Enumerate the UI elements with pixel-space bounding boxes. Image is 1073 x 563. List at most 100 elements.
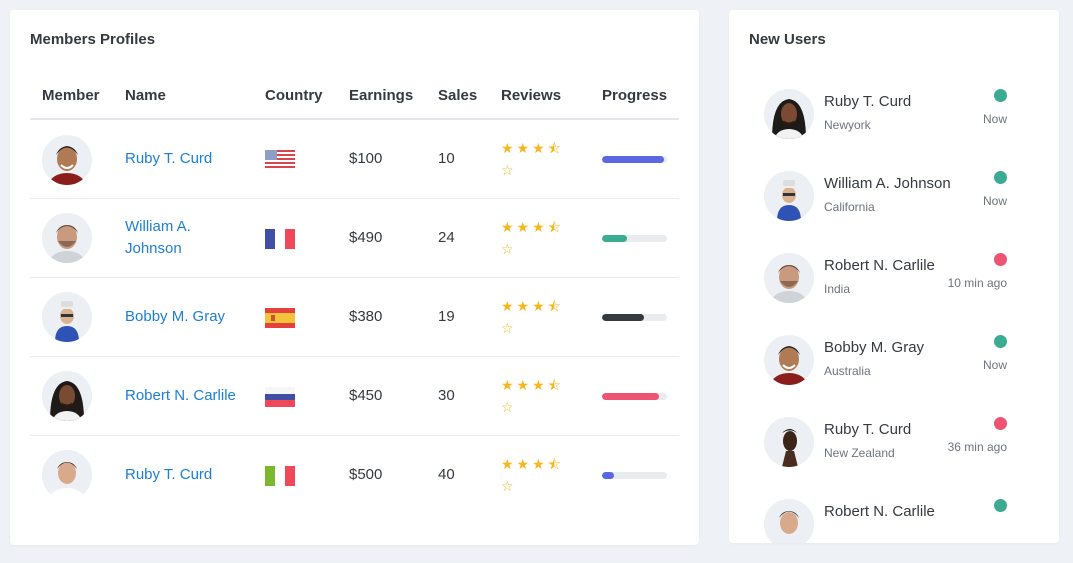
table-row: Ruby T. Curd $100 10 ★★★⯪ ☆: [30, 120, 679, 199]
rating-stars: ★★★⯪ ☆: [501, 219, 564, 257]
empty-star-icon: ☆: [501, 162, 517, 178]
progress-bar: [602, 235, 667, 242]
empty-star-icon: ☆: [501, 478, 517, 494]
status-dot: [994, 335, 1007, 348]
list-item[interactable]: Ruby T. Curd New Zealand 36 min ago: [764, 417, 1009, 469]
rating-stars: ★★★⯪ ☆: [501, 140, 564, 178]
rating-stars: ★★★⯪ ☆: [501, 298, 564, 336]
avatar: [764, 335, 814, 385]
member-name-link[interactable]: Bobby M. Gray: [125, 306, 250, 328]
half-star-icon: ⯪: [547, 298, 564, 314]
member-name-link[interactable]: Ruby T. Curd: [125, 148, 250, 170]
user-name: Ruby T. Curd: [824, 421, 912, 438]
user-name: Ruby T. Curd: [824, 93, 912, 110]
sales-value: 24: [438, 229, 455, 246]
progress-fill: [602, 156, 664, 163]
status-dot: [994, 89, 1007, 102]
progress-fill: [602, 314, 645, 321]
avatar: [764, 417, 814, 467]
sales-value: 30: [438, 387, 455, 404]
sales-value: 40: [438, 466, 455, 483]
half-star-icon: ⯪: [547, 456, 564, 472]
earnings-value: $380: [349, 308, 383, 325]
header-sales: Sales: [438, 87, 478, 104]
empty-star-icon: ☆: [501, 241, 517, 257]
empty-star-icon: ☆: [501, 320, 517, 336]
italy-flag-icon: [265, 466, 295, 486]
member-name-link[interactable]: Ruby T. Curd: [125, 464, 250, 486]
table-header: Member Name Country Earnings Sales Revie…: [30, 68, 679, 120]
earnings-value: $490: [349, 229, 383, 246]
table-row: Robert N. Carlile $450 30 ★★★⯪ ☆: [30, 357, 679, 436]
earnings-value: $450: [349, 387, 383, 404]
table-row: Bobby M. Gray $380 19 ★★★⯪ ☆: [30, 278, 679, 357]
user-name: Bobby M. Gray: [824, 339, 925, 356]
rating-stars: ★★★⯪ ☆: [501, 456, 564, 494]
header-name: Name: [125, 87, 166, 104]
list-item[interactable]: Bobby M. Gray Australia Now: [764, 335, 1009, 387]
header-member: Member: [42, 87, 100, 104]
user-time: Now: [982, 194, 1007, 208]
half-star-icon: ⯪: [547, 140, 564, 156]
user-location: India: [824, 282, 851, 296]
avatar: [42, 450, 92, 500]
empty-star-icon: ☆: [501, 399, 517, 415]
table-row: Ruby T. Curd $500 40 ★★★⯪ ☆: [30, 436, 679, 515]
half-star-icon: ⯪: [547, 219, 564, 235]
avatar: [764, 171, 814, 221]
status-dot: [994, 171, 1007, 184]
avatar: [42, 371, 92, 421]
spain-flag-icon: [265, 308, 295, 328]
list-item[interactable]: Robert N. Carlile India 10 min ago: [764, 253, 1009, 305]
avatar: [764, 499, 814, 543]
user-location: Newyork: [824, 118, 871, 132]
header-reviews: Reviews: [501, 87, 562, 104]
user-location: New Zealand: [824, 446, 895, 460]
user-location: California: [824, 200, 875, 214]
progress-bar: [602, 156, 667, 163]
header-earnings: Earnings: [349, 87, 414, 104]
progress-fill: [602, 472, 614, 479]
user-time: 10 min ago: [947, 276, 1007, 290]
user-location: Australia: [824, 364, 871, 378]
progress-bar: [602, 314, 667, 321]
progress-fill: [602, 235, 627, 242]
member-name-link[interactable]: William A. Johnson: [125, 216, 250, 260]
france-flag-icon: [265, 229, 295, 249]
user-name: William A. Johnson: [824, 175, 951, 192]
user-time: Now: [982, 112, 1007, 126]
user-name: Robert N. Carlile: [824, 503, 935, 520]
progress-fill: [602, 393, 660, 400]
earnings-value: $100: [349, 150, 383, 167]
header-country: Country: [265, 87, 323, 104]
members-card-title: Members Profiles: [30, 31, 156, 48]
new-users-card: New Users Ruby T. Curd Newyork Now Willi…: [729, 10, 1059, 543]
table-row: William A. Johnson $490 24 ★★★⯪ ☆: [30, 199, 679, 278]
new-users-title: New Users: [749, 31, 826, 48]
progress-bar: [602, 393, 667, 400]
avatar: [764, 89, 814, 139]
avatar: [42, 213, 92, 263]
us-flag-icon: [265, 150, 295, 170]
user-time: Now: [982, 358, 1007, 372]
russia-flag-icon: [265, 387, 295, 407]
member-name-link[interactable]: Robert N. Carlile: [125, 385, 250, 407]
list-item[interactable]: Robert N. Carlile: [764, 499, 1009, 543]
members-table: Member Name Country Earnings Sales Revie…: [30, 68, 679, 515]
user-time: 36 min ago: [947, 440, 1007, 454]
avatar: [42, 135, 92, 185]
status-dot: [994, 253, 1007, 266]
list-item[interactable]: William A. Johnson California Now: [764, 171, 1009, 223]
earnings-value: $500: [349, 466, 383, 483]
rating-stars: ★★★⯪ ☆: [501, 377, 564, 415]
sales-value: 19: [438, 308, 455, 325]
half-star-icon: ⯪: [547, 377, 564, 393]
members-profiles-card: Members Profiles Member Name Country Ear…: [10, 10, 699, 545]
status-dot: [994, 417, 1007, 430]
list-item[interactable]: Ruby T. Curd Newyork Now: [764, 89, 1009, 141]
avatar: [42, 292, 92, 342]
avatar: [764, 253, 814, 303]
sales-value: 10: [438, 150, 455, 167]
header-progress: Progress: [602, 87, 668, 104]
user-name: Robert N. Carlile: [824, 257, 935, 274]
